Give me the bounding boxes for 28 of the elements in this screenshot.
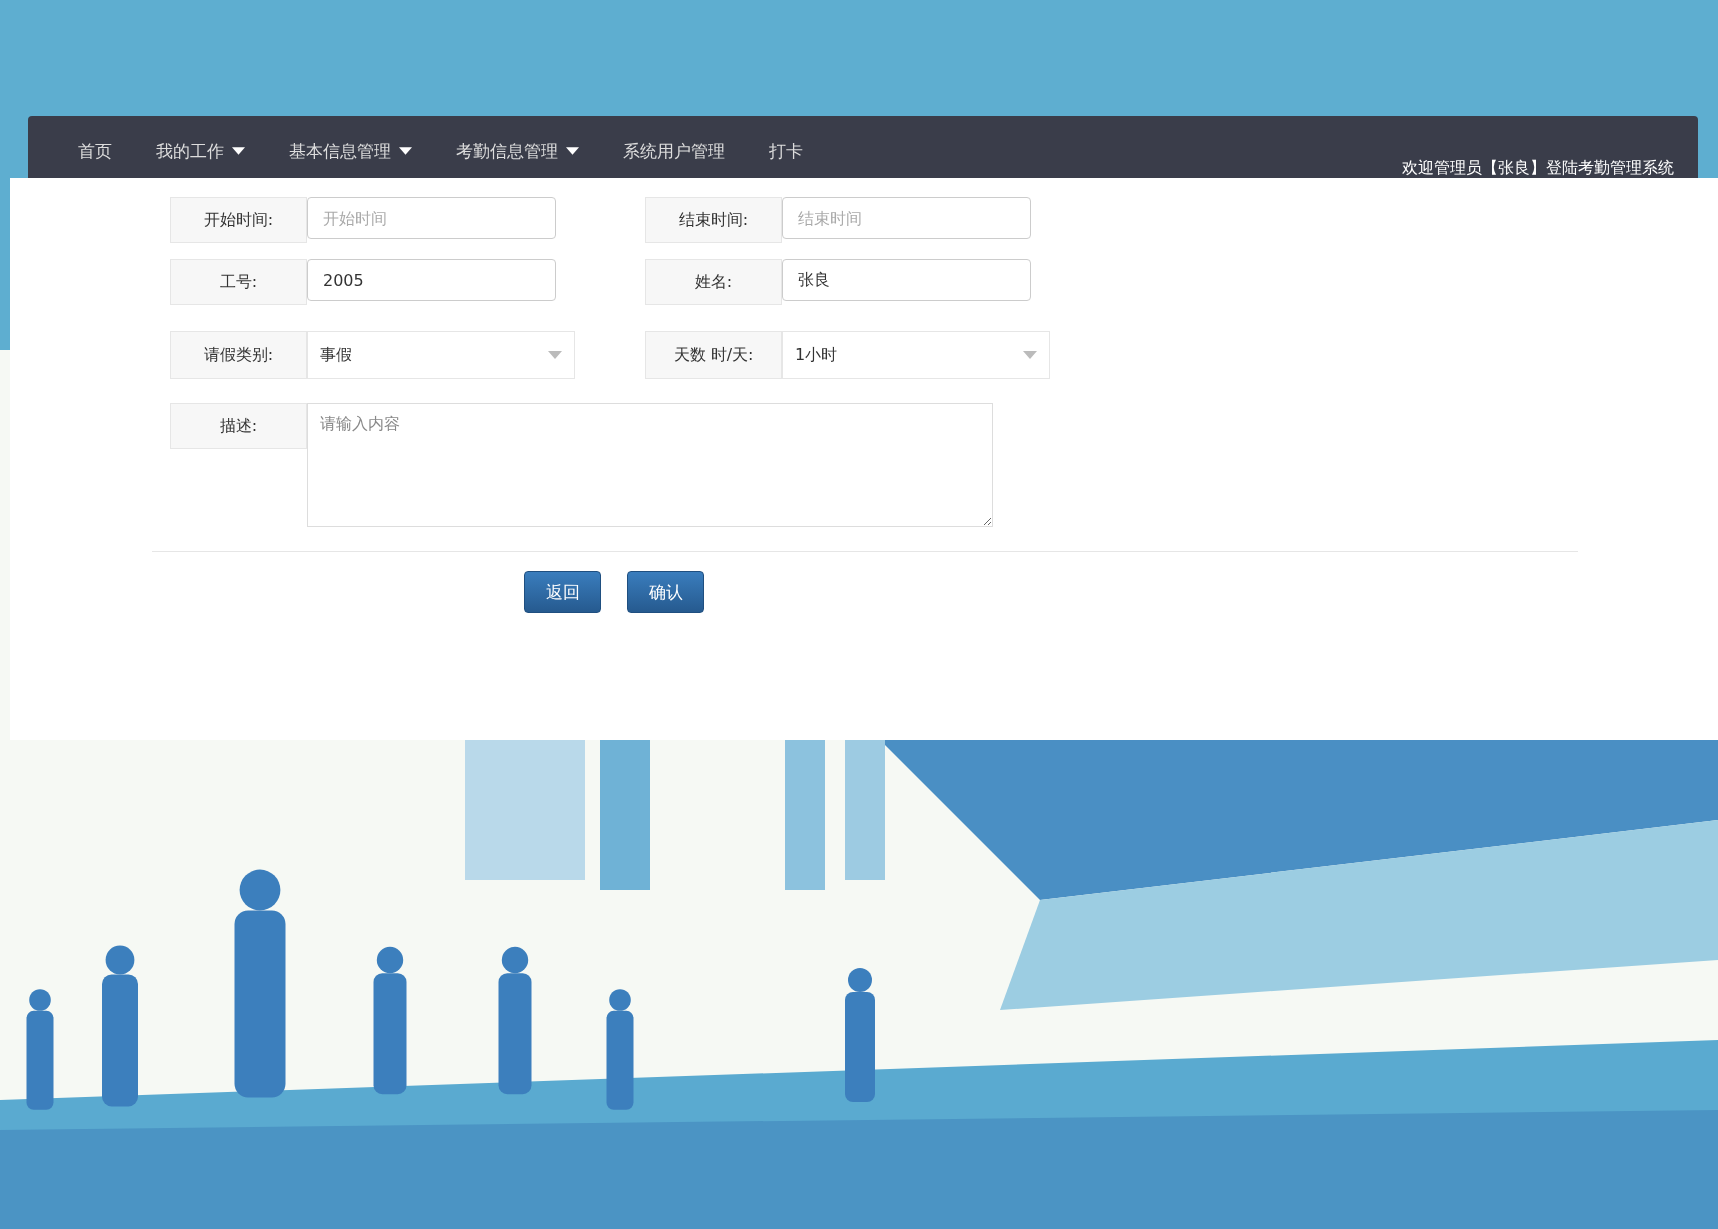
nav-link[interactable]: 基本信息管理 bbox=[289, 139, 412, 163]
caret-icon bbox=[399, 147, 412, 155]
nav-link[interactable]: 系统用户管理 bbox=[623, 139, 725, 163]
field-label: 姓名: bbox=[645, 259, 782, 305]
select-field[interactable]: 1小时 bbox=[782, 331, 1050, 379]
field-label: 开始时间: bbox=[170, 197, 307, 243]
nav-link[interactable]: 考勤信息管理 bbox=[456, 139, 579, 163]
nav-link[interactable]: 首页 bbox=[78, 139, 112, 163]
field-label: 请假类别: bbox=[170, 331, 307, 379]
select-field[interactable]: 事假 bbox=[307, 331, 575, 379]
form-button[interactable]: 确认 bbox=[627, 571, 704, 613]
field-label: 结束时间: bbox=[645, 197, 782, 243]
caret-icon bbox=[1023, 351, 1037, 359]
field-label: 描述: bbox=[170, 403, 307, 449]
caret-icon bbox=[548, 351, 562, 359]
input-field[interactable]: 张良 bbox=[782, 259, 1031, 301]
input-field[interactable]: 结束时间 bbox=[782, 197, 1031, 239]
nav-link[interactable]: 打卡 bbox=[769, 139, 803, 163]
nav-link[interactable]: 我的工作 bbox=[156, 139, 245, 163]
caret-icon bbox=[566, 147, 579, 155]
input-field[interactable]: 2005 bbox=[307, 259, 556, 301]
description-field[interactable]: 请输入内容 bbox=[307, 403, 993, 527]
field-label: 天数 时/天: bbox=[645, 331, 782, 379]
caret-icon bbox=[232, 147, 245, 155]
field-label: 工号: bbox=[170, 259, 307, 305]
welcome-text: 欢迎管理员【张良】登陆考勤管理系统 bbox=[1402, 158, 1674, 178]
form-button[interactable]: 返回 bbox=[524, 571, 601, 613]
input-field[interactable]: 开始时间 bbox=[307, 197, 556, 239]
